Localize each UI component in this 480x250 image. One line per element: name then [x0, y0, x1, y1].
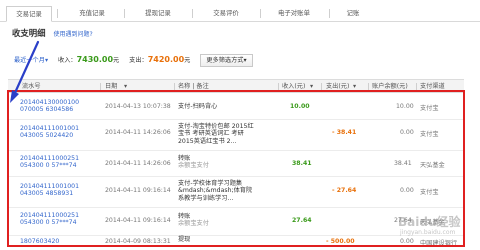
- column-header-income: 收入(元): [282, 83, 306, 90]
- payment-channel: 支付宝: [420, 105, 439, 112]
- more-filters-button[interactable]: 更多筛选方式▾: [200, 53, 253, 67]
- transaction-note: 余额宝支付: [178, 220, 209, 228]
- expense-amount: - 27.64: [332, 187, 357, 194]
- tab-divider: [57, 9, 58, 18]
- income-label: 收入：: [58, 57, 77, 64]
- expense-label: 支出：: [129, 57, 148, 64]
- summary-filter-bar: 最近一个月▾ 收入：7430.00元 支出：7420.00元 更多筛选方式▾: [14, 53, 253, 67]
- date-range-label: 最近一个月: [14, 57, 45, 64]
- transaction-date: 2014-04-13 10:07:38: [105, 103, 171, 110]
- tab-withdraw-records[interactable]: 提现记录: [128, 6, 188, 22]
- column-header-channel: 支付渠道: [420, 83, 445, 90]
- column-header-serial: 流水号: [22, 83, 41, 90]
- table-row[interactable]: 201404111000251054300 0 57***74 2014-04-…: [8, 208, 464, 236]
- table-row[interactable]: 201404111001001043005 4858931 2014-04-11…: [8, 177, 464, 208]
- expense-amount: - 38.41: [332, 129, 357, 136]
- balance-amount: 38.41: [394, 160, 412, 167]
- payment-channel: 支付宝: [420, 189, 439, 196]
- column-header-expense: 支出(元): [326, 83, 350, 90]
- transaction-date: 2014-04-11 14:26:06: [105, 129, 171, 136]
- transaction-description[interactable]: 支付-学校体育学习题集 &mdash;&mdash;体育院系教学与训练学习...: [178, 180, 254, 202]
- payment-channel: 中国建设银行: [420, 240, 458, 247]
- table-row[interactable]: 201404130000100070005 6304586 2014-04-13…: [8, 94, 464, 120]
- column-divider: [174, 83, 175, 90]
- tab-e-statement[interactable]: 电子对账单: [264, 6, 324, 22]
- column-header-name: 名称 | 备注: [178, 83, 209, 90]
- balance-amount: 0.00: [400, 238, 414, 245]
- balance-amount: 27.64: [394, 217, 412, 224]
- serial-number[interactable]: 201404130000100070005 6304586: [20, 99, 80, 114]
- transactions-table: 流水号 日期 ▾ 名称 | 备注 收入(元) ▾ 支出(元) ▾ 账户余额(元)…: [8, 79, 464, 247]
- transaction-description[interactable]: 支付-淘宝特价包邮 2015红宝书 考研英语词汇 考研2015英语红宝书 2..…: [178, 123, 254, 145]
- tab-divider: [329, 9, 330, 18]
- payment-channel: 支付宝: [420, 131, 439, 138]
- column-header-balance: 账户余额(元): [372, 83, 408, 90]
- transaction-name: 转账: [178, 155, 191, 162]
- chevron-down-icon: ▾: [44, 57, 49, 64]
- table-row[interactable]: 201404111001001043005 5024420 2014-04-11…: [8, 120, 464, 151]
- page-header: 收支明细 使用遇到问题?: [12, 27, 93, 41]
- column-divider: [416, 83, 417, 90]
- income-unit: 元: [113, 57, 120, 64]
- tab-divider: [260, 9, 261, 18]
- payment-channel: 天弘基金: [420, 219, 445, 226]
- serial-number[interactable]: 201404111000251054300 0 57***74: [20, 212, 80, 227]
- filter-arrow-icon[interactable]: ▾: [353, 80, 356, 93]
- transaction-name: 支付-学校体育学习题集: [178, 180, 243, 187]
- serial-number[interactable]: 1807603420: [20, 238, 80, 245]
- column-header-date[interactable]: 日期: [105, 80, 117, 93]
- tab-divider: [124, 9, 125, 18]
- income-amount: 10.00: [290, 103, 310, 110]
- table-row[interactable]: 1807603420 2014-04-09 08:13:31 提现 - 500.…: [8, 236, 464, 247]
- tab-bookkeeping[interactable]: 记账: [333, 6, 373, 22]
- tab-transaction-reviews[interactable]: 交易评价: [196, 6, 256, 22]
- column-divider: [278, 83, 279, 90]
- more-filters-label: 更多筛选方式: [206, 56, 244, 64]
- transaction-name[interactable]: 提现: [178, 236, 254, 243]
- column-divider: [368, 83, 369, 90]
- transaction-date: 2014-04-11 09:16:14: [105, 217, 171, 224]
- expense-amount: - 500.00: [326, 238, 355, 245]
- sort-arrow-icon[interactable]: ▾: [124, 80, 127, 93]
- income-total: 7430.00: [76, 55, 114, 64]
- balance-amount: 0.00: [400, 129, 414, 136]
- table-header: 流水号 日期 ▾ 名称 | 备注 收入(元) ▾ 支出(元) ▾ 账户余额(元)…: [8, 79, 464, 93]
- transaction-note: 余额宝支付: [178, 162, 209, 170]
- table-row[interactable]: 201404111000251054300 0 57***74 2014-04-…: [8, 151, 464, 177]
- transaction-date: 2014-04-09 08:13:31: [105, 238, 171, 245]
- serial-number[interactable]: 201404111000251054300 0 57***74: [20, 155, 80, 170]
- income-amount: 38.41: [292, 160, 312, 167]
- tab-divider: [192, 9, 193, 18]
- column-divider: [100, 83, 101, 90]
- serial-number[interactable]: 201404111001001043005 4858931: [20, 183, 80, 198]
- tab-transaction-records[interactable]: 交易记录: [6, 6, 52, 22]
- transaction-name[interactable]: 支付-扫码背心: [178, 103, 254, 110]
- balance-amount: 10.00: [396, 103, 414, 110]
- tab-recharge-records[interactable]: 充值记录: [62, 6, 122, 22]
- date-range-dropdown[interactable]: 最近一个月▾: [14, 57, 48, 64]
- expense-unit: 元: [184, 57, 191, 64]
- transaction-note: &mdash;&mdash;体育院系教学与训练学习...: [178, 187, 253, 202]
- payment-channel: 天弘基金: [420, 162, 445, 169]
- help-link[interactable]: 使用遇到问题?: [53, 31, 92, 38]
- income-amount: 27.64: [292, 217, 312, 224]
- expense-total: 7420.00: [147, 55, 185, 64]
- tab-bar: 交易记录 充值记录 提现记录 交易评价 电子对账单 记账: [0, 0, 480, 22]
- transaction-description[interactable]: 转账 余额宝支付: [178, 155, 254, 170]
- transaction-description[interactable]: 转账 余额宝支付: [178, 213, 254, 228]
- chevron-down-icon: ▾: [243, 56, 247, 64]
- transaction-date: 2014-04-11 09:16:14: [105, 187, 171, 194]
- balance-amount: 0.00: [400, 187, 414, 194]
- transaction-name: 转账: [178, 213, 191, 220]
- column-divider: [321, 83, 322, 90]
- transaction-date: 2014-04-11 14:26:06: [105, 160, 171, 167]
- serial-number[interactable]: 201404111001001043005 5024420: [20, 125, 80, 140]
- page-title: 收支明细: [12, 28, 46, 38]
- filter-arrow-icon[interactable]: ▾: [310, 80, 313, 93]
